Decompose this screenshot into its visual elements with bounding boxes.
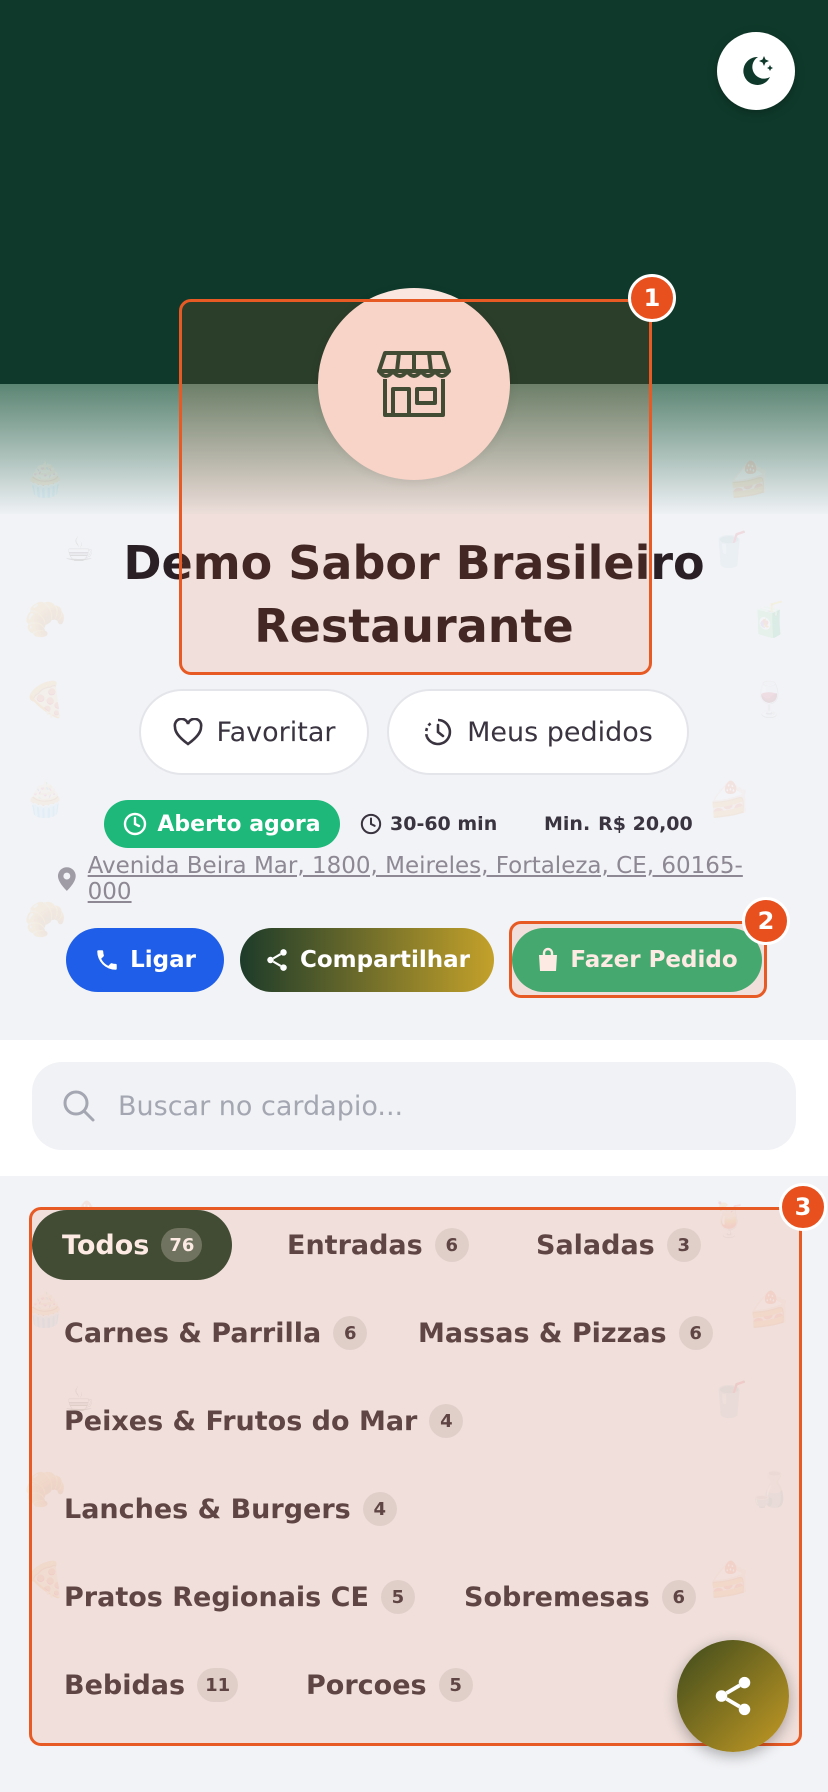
- share-button[interactable]: Compartilhar: [240, 928, 494, 992]
- minimum-order: Min. R$ 20,00: [544, 802, 693, 846]
- call-button[interactable]: Ligar: [66, 928, 224, 992]
- annotation-badge-1: 1: [628, 274, 676, 322]
- search-icon: [63, 1090, 95, 1122]
- annotation-badge-3: 3: [779, 1183, 827, 1231]
- moon-stars-icon: [743, 56, 773, 85]
- theme-toggle-button[interactable]: [717, 32, 795, 110]
- address-text: Avenida Beira Mar, 1800, Meireles, Forta…: [87, 853, 743, 905]
- delivery-time-text: 30-60 min: [390, 813, 498, 835]
- open-status-text: Aberto agora: [157, 811, 321, 837]
- favorite-label: Favoritar: [216, 716, 336, 748]
- annotation-box-1: [179, 299, 652, 675]
- favorite-button[interactable]: Favoritar: [139, 689, 369, 775]
- annotation-badge-2: 2: [742, 897, 790, 945]
- call-label: Ligar: [130, 947, 196, 973]
- search-input[interactable]: [118, 1090, 738, 1122]
- phone-icon: [97, 950, 117, 970]
- minimum-order-value: R$ 20,00: [598, 813, 693, 835]
- heart-icon: [173, 718, 202, 746]
- my-orders-label: Meus pedidos: [467, 716, 653, 748]
- floating-share-button[interactable]: [677, 1640, 789, 1752]
- history-clock-icon: [424, 718, 452, 746]
- share-icon: [715, 1676, 751, 1716]
- address-link[interactable]: Avenida Beira Mar, 1800, Meireles, Forta…: [56, 853, 776, 905]
- location-pin-icon: [57, 867, 76, 891]
- open-status-badge: Aberto agora: [104, 800, 340, 848]
- share-label: Compartilhar: [300, 947, 470, 973]
- search-bar[interactable]: [32, 1062, 796, 1150]
- share-icon: [267, 949, 287, 971]
- annotation-box-2: [509, 921, 767, 998]
- clock-icon: [124, 812, 147, 836]
- clock-icon: [360, 813, 382, 835]
- delivery-time: 30-60 min: [360, 802, 497, 846]
- minimum-order-label: Min.: [544, 813, 591, 835]
- search-section: [0, 1040, 828, 1176]
- my-orders-button[interactable]: Meus pedidos: [387, 689, 689, 775]
